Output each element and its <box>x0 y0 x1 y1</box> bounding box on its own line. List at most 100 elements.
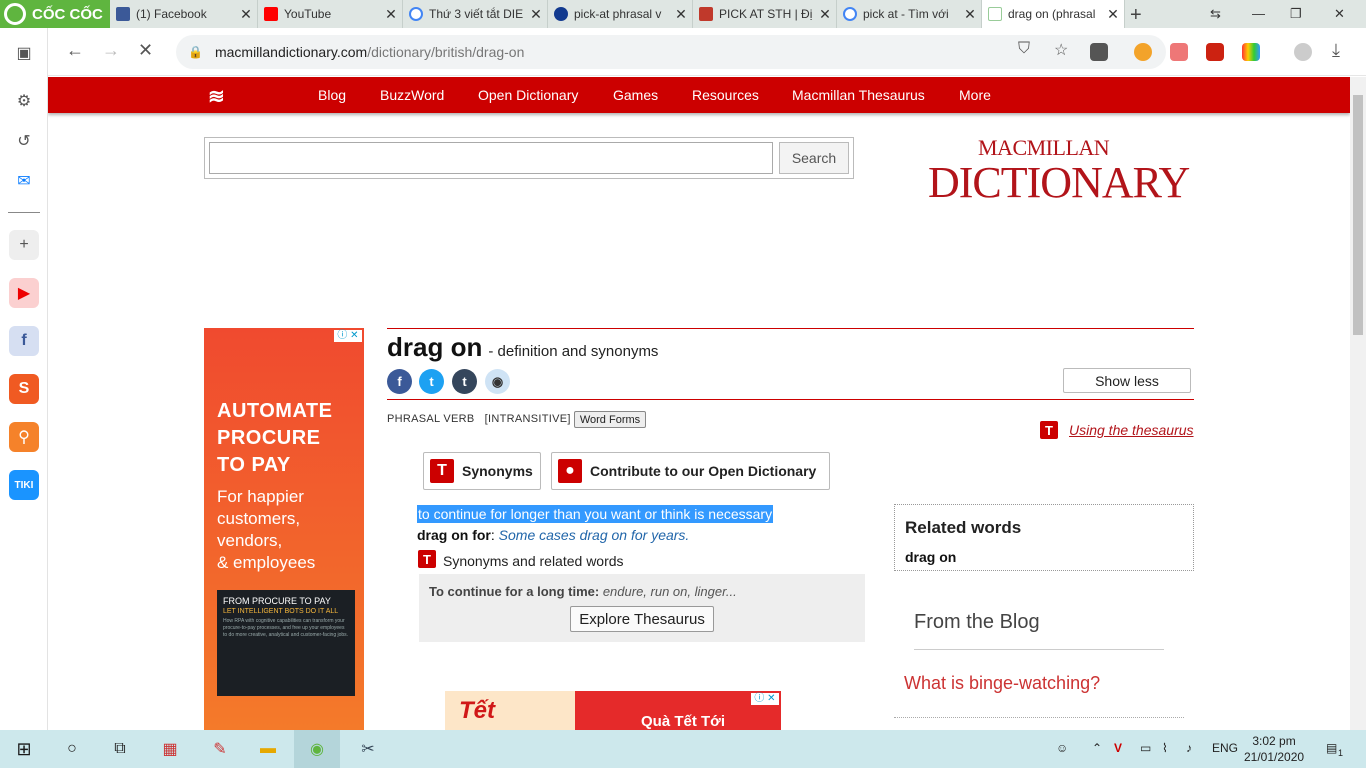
ad-automate-procure[interactable]: ⓘ ✕ AUTOMATE PROCURE TO PAY For happier … <box>204 328 364 730</box>
search-shortcut-icon[interactable]: ⚲ <box>9 422 39 452</box>
volume-icon[interactable]: ♪ <box>1186 741 1192 755</box>
synonyms-button[interactable]: T Synonyms <box>423 452 541 490</box>
youtube-icon <box>264 7 278 21</box>
thesaurus-icon: T <box>430 459 454 483</box>
nav-blog[interactable]: Blog <box>318 87 346 103</box>
profile-avatar[interactable] <box>1294 43 1312 61</box>
tab-facebook[interactable]: (1) Facebook ✕ <box>110 0 258 28</box>
tray-expand-icon[interactable]: ⌃ <box>1092 741 1102 755</box>
synonyms-related-label[interactable]: Synonyms and related words <box>443 553 624 569</box>
nav-open-dictionary[interactable]: Open Dictionary <box>478 87 578 103</box>
ad-close-icon[interactable]: ⓘ ✕ <box>334 330 362 342</box>
facebook-icon <box>116 7 130 21</box>
task-view-icon[interactable]: ⧉ <box>108 737 132 761</box>
extension-color-icon[interactable] <box>1242 43 1260 61</box>
vietkey-icon[interactable]: V <box>1114 741 1122 755</box>
tab-youtube[interactable]: YouTube ✕ <box>258 0 403 28</box>
web-page: ≋ Blog BuzzWord Open Dictionary Games Re… <box>48 77 1350 730</box>
bookmark-star-icon[interactable]: ☆ <box>1054 40 1068 60</box>
tab-cambridge[interactable]: PICK AT STH | Đị ✕ <box>693 0 837 28</box>
downloads-icon[interactable]: ⤓ <box>1332 40 1340 61</box>
app-red-icon[interactable]: ▦ <box>158 737 182 761</box>
macmillan-m-logo[interactable]: ≋ <box>208 84 225 109</box>
sidebar-divider <box>8 212 40 213</box>
close-tab-icon[interactable]: ✕ <box>525 6 547 23</box>
ad-sub-line: For happier <box>217 487 304 506</box>
stop-loading-button[interactable]: ✕ <box>138 40 153 61</box>
sidebar-toggle-icon[interactable]: ▣ <box>9 38 39 68</box>
notification-icon[interactable]: ▤ <box>1326 741 1337 755</box>
page-scrollbar[interactable] <box>1350 77 1366 730</box>
search-input[interactable] <box>209 142 773 174</box>
extension-red-icon[interactable] <box>1206 43 1224 61</box>
coccoc-taskbar-icon[interactable]: ◉ <box>305 737 329 761</box>
windows-start-icon[interactable]: ⊞ <box>12 737 36 761</box>
minimize-button[interactable]: — <box>1252 6 1265 21</box>
cortana-search-icon[interactable]: ○ <box>60 737 84 761</box>
search-button[interactable]: Search <box>779 142 849 174</box>
extension-adblock-icon[interactable] <box>1170 43 1188 61</box>
nav-resources[interactable]: Resources <box>692 87 759 103</box>
new-tab-button[interactable]: + <box>1130 4 1142 27</box>
settings-icon[interactable]: ⚙ <box>9 86 39 116</box>
tab-google-2[interactable]: pick at - Tìm với ✕ <box>837 0 982 28</box>
ad-close-icon[interactable]: ⓘ ✕ <box>751 693 779 705</box>
system-clock[interactable]: 3:02 pm 21/01/2020 <box>1244 733 1304 765</box>
dictionary-site-icon <box>554 7 568 21</box>
ad-tet[interactable]: Tết Quà Tết Tới ⓘ ✕ <box>445 691 781 730</box>
blog-post-link[interactable]: What is binge-watching? <box>904 673 1100 694</box>
tab-google-1[interactable]: Thứ 3 viết tắt DIE ✕ <box>403 0 548 28</box>
people-icon[interactable]: ☺ <box>1056 741 1068 755</box>
tab-drag-on[interactable]: drag on (phrasal ✕ <box>982 0 1125 28</box>
twitter-share-icon[interactable]: t <box>419 369 444 394</box>
reddit-share-icon[interactable]: ◉ <box>485 369 510 394</box>
restore-button[interactable]: ❐ <box>1290 6 1302 22</box>
close-tab-icon[interactable]: ✕ <box>814 6 836 23</box>
nav-more[interactable]: More <box>959 87 991 103</box>
lock-icon: 🔒 <box>188 45 203 59</box>
related-word-link[interactable]: drag on <box>905 549 956 565</box>
tumblr-share-icon[interactable]: t <box>452 369 477 394</box>
nav-thesaurus[interactable]: Macmillan Thesaurus <box>792 87 925 103</box>
app-snip-icon[interactable]: ✂ <box>356 737 380 761</box>
history-icon[interactable]: ↺ <box>9 126 39 156</box>
nav-games[interactable]: Games <box>613 87 658 103</box>
tiki-shortcut-icon[interactable]: TIKI <box>9 470 39 500</box>
example-sentence: drag on for: Some cases drag on for year… <box>417 527 690 543</box>
shopee-shortcut-icon[interactable]: S <box>9 374 39 404</box>
coccoc-brand[interactable]: CỐC CỐC <box>0 0 110 28</box>
extension-coccoc-icon[interactable] <box>1134 43 1152 61</box>
shield-icon[interactable]: ⛉ <box>1018 40 1030 58</box>
ad-sub-line: customers, <box>217 509 301 528</box>
close-tab-icon[interactable]: ✕ <box>380 6 402 23</box>
download-icon[interactable] <box>1090 43 1108 61</box>
wifi-icon[interactable]: ⌇ <box>1162 741 1168 755</box>
close-window-button[interactable]: ✕ <box>1334 6 1345 22</box>
facebook-shortcut-icon[interactable]: f <box>9 326 39 356</box>
tab-pick-at-phrasal[interactable]: pick-at phrasal v ✕ <box>548 0 693 28</box>
contribute-button[interactable]: ● Contribute to our Open Dictionary <box>551 452 830 490</box>
show-less-button[interactable]: Show less <box>1063 368 1191 393</box>
messenger-icon[interactable]: ✉ <box>9 166 39 196</box>
close-tab-icon[interactable]: ✕ <box>670 6 692 23</box>
close-tab-icon[interactable]: ✕ <box>1102 6 1124 23</box>
scrollbar-thumb[interactable] <box>1353 95 1363 335</box>
youtube-shortcut-icon[interactable]: ▶ <box>9 278 39 308</box>
close-tab-icon[interactable]: ✕ <box>235 6 257 23</box>
tab-search-icon[interactable]: ⇆ <box>1210 6 1221 22</box>
add-shortcut-icon[interactable]: + <box>9 230 39 260</box>
file-explorer-icon[interactable]: ▬ <box>256 737 280 761</box>
facebook-share-icon[interactable]: f <box>387 369 412 394</box>
nav-buzzword[interactable]: BuzzWord <box>380 87 444 103</box>
battery-icon[interactable]: ▭ <box>1140 741 1151 755</box>
using-thesaurus-link[interactable]: Using the thesaurus <box>1069 422 1194 438</box>
browser-sidebar: ▣ ⚙ ↺ ✉ + ▶ f S ⚲ TIKI <box>0 28 48 730</box>
app-paint-icon[interactable]: ✎ <box>208 737 232 761</box>
language-indicator[interactable]: ENG <box>1212 741 1238 755</box>
explore-thesaurus-button[interactable]: Explore Thesaurus <box>570 606 714 632</box>
clock-time: 3:02 pm <box>1252 734 1296 748</box>
close-tab-icon[interactable]: ✕ <box>959 6 981 23</box>
forward-button[interactable]: → <box>102 40 120 61</box>
back-button[interactable]: ← <box>66 40 84 61</box>
word-forms-button[interactable]: Word Forms <box>574 411 646 428</box>
